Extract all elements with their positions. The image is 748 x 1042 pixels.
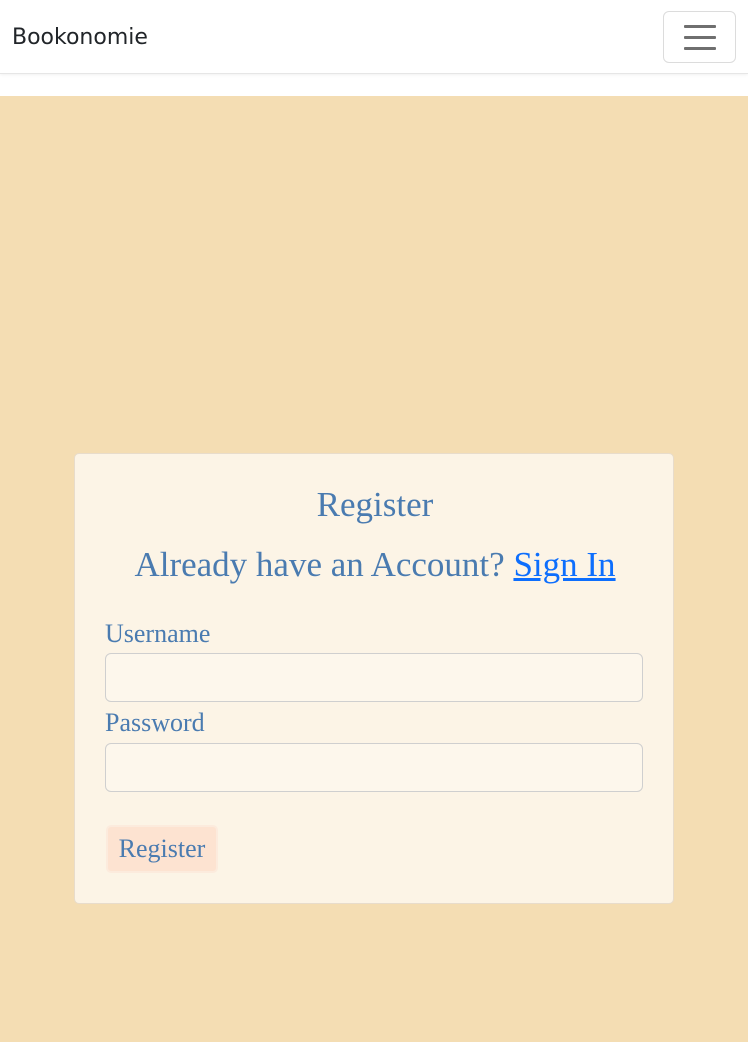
password-label: Password	[105, 708, 205, 737]
top-navbar: Bookonomie	[0, 0, 748, 74]
register-title: Register	[316, 485, 434, 524]
password-input[interactable]	[105, 743, 643, 792]
sign-in-prompt-text: Already have an Account?	[134, 545, 505, 584]
brand-link[interactable]: Bookonomie	[12, 22, 148, 54]
username-input[interactable]	[105, 653, 643, 702]
navbar-toggler-button[interactable]	[663, 11, 736, 63]
sign-in-link[interactable]: Sign In	[513, 545, 615, 584]
register-button[interactable]: Register	[106, 825, 218, 873]
sign-in-prompt: Already have an Account? Sign In	[75, 544, 675, 586]
username-label: Username	[105, 619, 211, 648]
register-card: Register Already have an Account? Sign I…	[74, 453, 674, 904]
hamburger-menu-icon	[684, 25, 716, 50]
